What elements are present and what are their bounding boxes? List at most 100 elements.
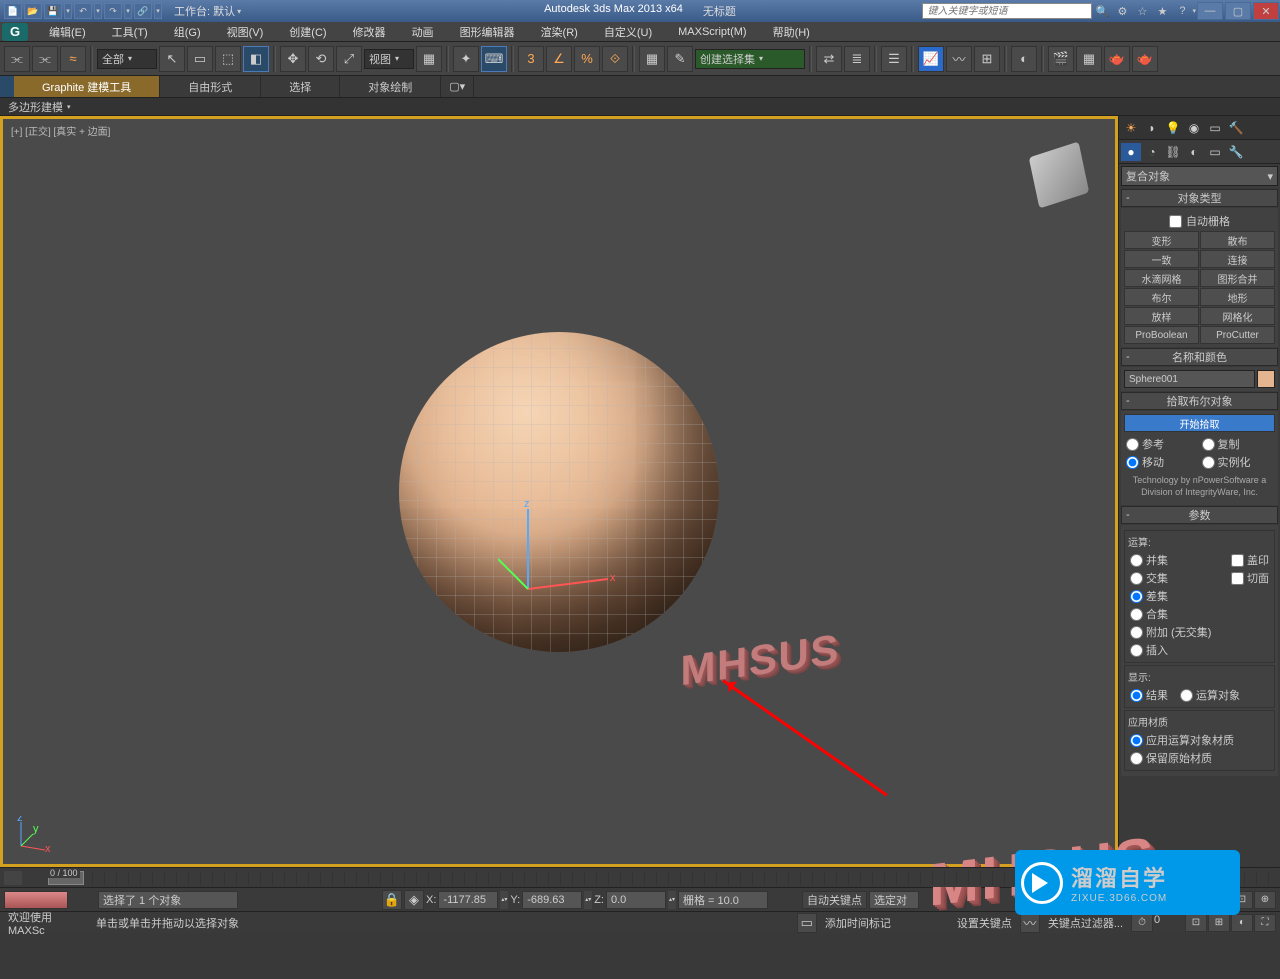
- menu-help[interactable]: 帮助(H): [760, 22, 823, 42]
- menu-tools[interactable]: 工具(T): [99, 22, 161, 42]
- close-button[interactable]: ✕: [1253, 2, 1279, 20]
- bind-tool-icon[interactable]: ≈: [60, 46, 86, 72]
- unlink-tool-icon[interactable]: ⫘: [32, 46, 58, 72]
- iso-icon[interactable]: ◈: [404, 890, 424, 910]
- light-icon[interactable]: 💡: [1163, 119, 1183, 137]
- rollout-object-type[interactable]: -对象类型: [1121, 189, 1278, 207]
- material-editor-icon[interactable]: ◐: [1011, 46, 1037, 72]
- pivot-icon[interactable]: ▦: [416, 46, 442, 72]
- btn-proboolean[interactable]: ProBoolean: [1124, 326, 1199, 344]
- manipulate-icon[interactable]: ✦: [453, 46, 479, 72]
- app-icon[interactable]: G: [2, 23, 28, 41]
- ribbon-sub-label[interactable]: 多边形建模: [8, 99, 63, 115]
- maximize-button[interactable]: ▢: [1225, 2, 1251, 20]
- selection-filter[interactable]: 全部▾: [97, 49, 157, 69]
- viewport[interactable]: [+] [正交] [真实 + 边面] MHSUS MHSUS zxy zxy: [0, 116, 1118, 867]
- link-drop[interactable]: ▾: [154, 3, 162, 19]
- render-setup-icon[interactable]: 🎬: [1048, 46, 1074, 72]
- nav-orbit-icon[interactable]: ⊕: [1254, 891, 1276, 909]
- x-spinner[interactable]: ▴▾: [500, 891, 508, 909]
- minimize-button[interactable]: —: [1197, 2, 1223, 20]
- rollout-pick-boolean[interactable]: -拾取布尔对象: [1121, 392, 1278, 410]
- move-icon[interactable]: ✥: [280, 46, 306, 72]
- rollout-params[interactable]: -参数: [1121, 506, 1278, 524]
- redo-drop[interactable]: ▾: [124, 3, 132, 19]
- menu-anim[interactable]: 动画: [399, 22, 447, 42]
- redo-icon[interactable]: ↷: [104, 3, 122, 19]
- check-stamp[interactable]: 盖印: [1229, 551, 1271, 569]
- search-icon[interactable]: 🔍: [1093, 3, 1111, 19]
- snap-icon[interactable]: 3: [518, 46, 544, 72]
- layers-icon[interactable]: ☰: [881, 46, 907, 72]
- workspace-label[interactable]: 工作台: 默认: [174, 3, 235, 19]
- autogrid-checkbox[interactable]: [1169, 215, 1182, 228]
- screen-icon[interactable]: ▭: [1205, 119, 1225, 137]
- named-sel-icon[interactable]: ▦: [639, 46, 665, 72]
- nav-max-icon[interactable]: ⛶: [1254, 914, 1276, 932]
- color-swatch[interactable]: [1257, 370, 1275, 388]
- btn-connect[interactable]: 连接: [1200, 250, 1275, 268]
- time-config-icon[interactable]: ⏱: [1131, 914, 1153, 932]
- radio-instance[interactable]: 实例化: [1200, 453, 1276, 471]
- script-icon[interactable]: ▭: [797, 913, 817, 933]
- open-icon[interactable]: 📂: [24, 3, 42, 19]
- sphere-object[interactable]: [399, 332, 719, 652]
- render-icon[interactable]: 🫖: [1104, 46, 1130, 72]
- tab-freeform[interactable]: 自由形式: [160, 76, 261, 97]
- tab-paint[interactable]: 对象绘制: [340, 76, 441, 97]
- menu-render[interactable]: 渲染(R): [528, 22, 591, 42]
- dope-sheet-icon[interactable]: 〰: [946, 46, 972, 72]
- btn-boolean[interactable]: 布尔: [1124, 288, 1199, 306]
- menu-custom[interactable]: 自定义(U): [591, 22, 665, 42]
- y-value[interactable]: -689.63: [522, 891, 582, 909]
- ribbon-expand-icon[interactable]: ▢▾: [441, 76, 474, 97]
- render-prod-icon[interactable]: 🫖: [1132, 46, 1158, 72]
- btn-conform[interactable]: 一致: [1124, 250, 1199, 268]
- y-spinner[interactable]: ▴▾: [584, 891, 592, 909]
- edit-sel-icon[interactable]: ✎: [667, 46, 693, 72]
- radio-operands[interactable]: 运算对象: [1178, 686, 1242, 704]
- nav-zoom2-icon[interactable]: ⊡: [1185, 914, 1207, 932]
- btn-loft[interactable]: 放样: [1124, 307, 1199, 325]
- btn-mesher[interactable]: 网格化: [1200, 307, 1275, 325]
- arc-icon[interactable]: ◗: [1142, 119, 1162, 137]
- create-tab-icon[interactable]: ●: [1121, 143, 1141, 161]
- select-region-icon[interactable]: ⬚: [215, 46, 241, 72]
- ribbon-handle[interactable]: [0, 76, 14, 97]
- window-crossing-icon[interactable]: ◧: [243, 46, 269, 72]
- keyboard-shortcut-icon[interactable]: ⌨: [481, 46, 507, 72]
- spinner-snap-icon[interactable]: ⟐: [602, 46, 628, 72]
- comm-icon[interactable]: ⚙: [1113, 3, 1131, 19]
- tab-selection[interactable]: 选择: [261, 76, 340, 97]
- z-spinner[interactable]: ▴▾: [668, 891, 676, 909]
- fav-icon[interactable]: ★: [1153, 3, 1171, 19]
- btn-scatter[interactable]: 散布: [1200, 231, 1275, 249]
- menu-group[interactable]: 组(G): [161, 22, 214, 42]
- menu-edit[interactable]: 编辑(E): [36, 22, 99, 42]
- setkey-button[interactable]: 设置关键点: [957, 915, 1012, 931]
- nav-arc-icon[interactable]: ◐: [1231, 914, 1253, 932]
- select-name-icon[interactable]: ▭: [187, 46, 213, 72]
- ref-coord[interactable]: 视图▾: [364, 49, 414, 69]
- lock-icon[interactable]: 🔒: [382, 890, 402, 910]
- btn-procutter[interactable]: ProCutter: [1200, 326, 1275, 344]
- align-icon[interactable]: ≣: [844, 46, 870, 72]
- star-icon[interactable]: ☆: [1133, 3, 1151, 19]
- category-dropdown[interactable]: 复合对象▾: [1121, 166, 1278, 186]
- add-time-tag[interactable]: 添加时间标记: [825, 915, 891, 931]
- menu-modifier[interactable]: 修改器: [340, 22, 399, 42]
- tab-graphite[interactable]: Graphite 建模工具: [14, 76, 160, 97]
- autokey-button[interactable]: 自动关键点: [802, 891, 867, 909]
- radio-copy[interactable]: 复制: [1200, 435, 1276, 453]
- rollout-name-color[interactable]: -名称和颜色: [1121, 348, 1278, 366]
- display-tab-icon[interactable]: ▭: [1205, 143, 1225, 161]
- radio-attach[interactable]: 附加 (无交集): [1128, 623, 1213, 641]
- utility-tab-icon[interactable]: 🔧: [1226, 143, 1246, 161]
- radio-subtract[interactable]: 差集: [1128, 587, 1213, 605]
- selset-dropdown[interactable]: 选定对: [869, 891, 919, 909]
- radio-result[interactable]: 结果: [1128, 686, 1170, 704]
- qat-dropdown-icon[interactable]: ▾: [64, 3, 72, 19]
- x-value[interactable]: -1177.85: [438, 891, 498, 909]
- keyfilter-icon[interactable]: 〰: [1020, 913, 1040, 933]
- radio-intersect[interactable]: 交集: [1128, 569, 1213, 587]
